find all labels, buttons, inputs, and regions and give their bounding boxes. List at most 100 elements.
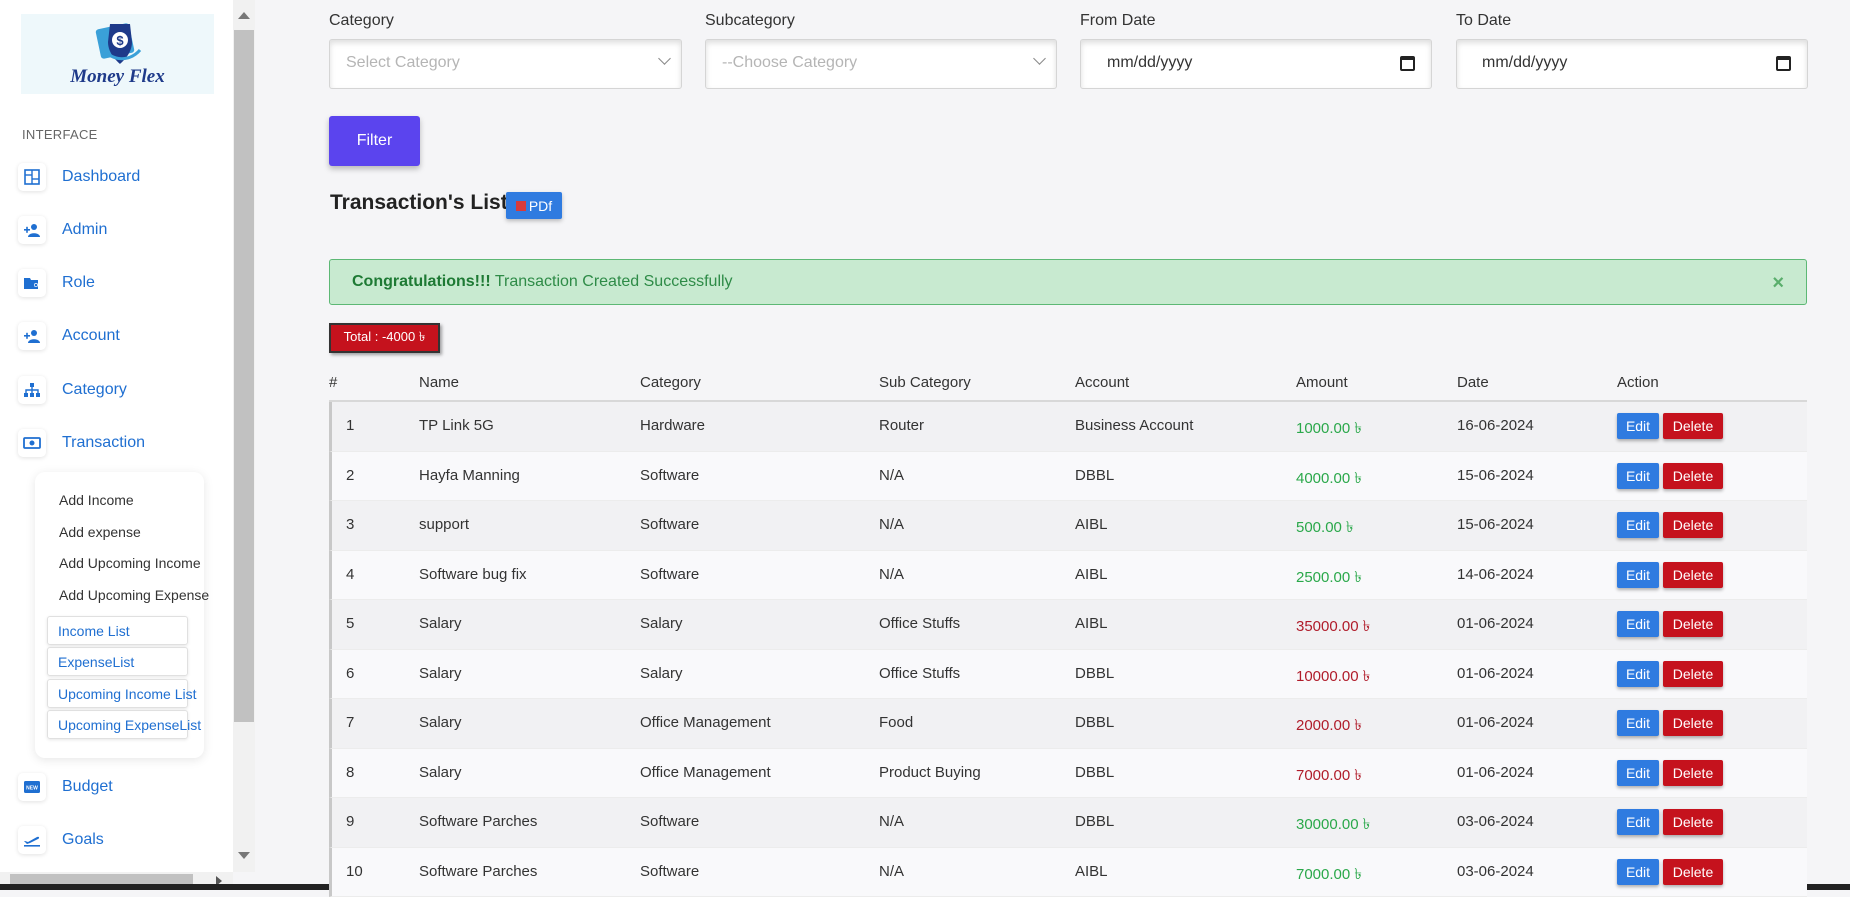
transactions-table: # Name Category Sub Category Account Amo… (329, 366, 1807, 897)
nav-role[interactable]: Role (18, 268, 95, 298)
scrollbar-thumb[interactable] (234, 30, 254, 722)
cell-subcategory: N/A (879, 863, 904, 880)
edit-button[interactable]: Edit (1617, 413, 1659, 439)
edit-button[interactable]: Edit (1617, 859, 1659, 885)
delete-button[interactable]: Delete (1663, 809, 1723, 835)
edit-button[interactable]: Edit (1617, 661, 1659, 687)
cell-date: 16-06-2024 (1457, 417, 1534, 434)
submenu-income-list[interactable]: Income List (47, 616, 188, 645)
nav-label: Category (62, 381, 127, 399)
category-select[interactable]: Select Category (329, 39, 682, 89)
submenu-add-upcoming-expense[interactable]: Add Upcoming Expense (59, 587, 209, 603)
submenu-upcoming-expense-list[interactable]: Upcoming ExpenseList (47, 710, 188, 739)
cell-category: Office Management (640, 764, 771, 781)
scroll-down-arrow-icon[interactable] (238, 852, 250, 859)
delete-button[interactable]: Delete (1663, 859, 1723, 885)
cell-name: TP Link 5G (419, 417, 494, 434)
submenu-expense-list[interactable]: ExpenseList (47, 647, 188, 676)
cell-subcategory: N/A (879, 566, 904, 583)
nav-account[interactable]: Account (18, 321, 120, 351)
table-row: 2Hayfa ManningSoftwareN/ADBBL4000.00 ৳15… (329, 452, 1807, 502)
nav-label: Account (62, 327, 120, 345)
calendar-icon[interactable] (1776, 56, 1791, 71)
delete-button[interactable]: Delete (1663, 611, 1723, 637)
col-header: Account (1075, 374, 1129, 391)
cell-number: 7 (346, 714, 354, 731)
sidebar: $ Money Flex INTERFACE Dashboard Admin R… (0, 0, 233, 872)
submenu-upcoming-income-list[interactable]: Upcoming Income List (47, 679, 188, 708)
cell-category: Office Management (640, 714, 771, 731)
edit-button[interactable]: Edit (1617, 512, 1659, 538)
alert-text: Transaction Created Successfully (491, 273, 733, 290)
submenu-add-upcoming-income[interactable]: Add Upcoming Income (59, 555, 201, 571)
cell-number: 6 (346, 665, 354, 682)
sidebar-vertical-scrollbar[interactable] (233, 0, 255, 872)
pdf-export-button[interactable]: PDf (506, 192, 562, 219)
delete-button[interactable]: Delete (1663, 512, 1723, 538)
cell-amount: 35000.00 ৳ (1296, 615, 1370, 640)
cell-subcategory: Product Buying (879, 764, 981, 781)
cell-amount: 7000.00 ৳ (1296, 764, 1362, 789)
cell-amount: 1000.00 ৳ (1296, 417, 1362, 442)
cell-name: Software Parches (419, 863, 537, 880)
delete-button[interactable]: Delete (1663, 710, 1723, 736)
delete-button[interactable]: Delete (1663, 413, 1723, 439)
submenu-add-income[interactable]: Add Income (59, 492, 134, 508)
col-header: Amount (1296, 374, 1348, 391)
cell-category: Software (640, 863, 699, 880)
nav-goals[interactable]: Goals (18, 825, 104, 855)
table-header: # Name Category Sub Category Account Amo… (329, 366, 1807, 402)
col-header: Action (1617, 374, 1659, 391)
table-row: 7SalaryOffice ManagementFoodDBBL2000.00 … (329, 699, 1807, 749)
cell-account: Business Account (1075, 417, 1193, 434)
subcategory-label: Subcategory (705, 12, 795, 30)
delete-button[interactable]: Delete (1663, 661, 1723, 687)
nav-admin[interactable]: Admin (18, 215, 107, 245)
alert-strong: Congratulations!!! (352, 273, 491, 290)
cell-date: 15-06-2024 (1457, 467, 1534, 484)
nav-category[interactable]: Category (18, 375, 127, 405)
scroll-up-arrow-icon[interactable] (238, 12, 250, 19)
cell-subcategory: Office Stuffs (879, 615, 960, 632)
calendar-icon[interactable] (1400, 56, 1415, 71)
nav-label: Budget (62, 778, 113, 796)
edit-button[interactable]: Edit (1617, 760, 1659, 786)
delete-button[interactable]: Delete (1663, 760, 1723, 786)
cell-date: 03-06-2024 (1457, 813, 1534, 830)
pdf-icon (516, 201, 526, 211)
filter-button[interactable]: Filter (329, 116, 420, 166)
from-date-input[interactable]: mm/dd/yyyy (1080, 39, 1432, 89)
cell-date: 01-06-2024 (1457, 665, 1534, 682)
cell-name: Software bug fix (419, 566, 527, 583)
cell-name: support (419, 516, 469, 533)
submenu-add-expense[interactable]: Add expense (59, 524, 141, 540)
new-badge-icon: NEW (18, 773, 46, 801)
subcategory-select[interactable]: --Choose Category (705, 39, 1057, 89)
cell-account: DBBL (1075, 764, 1114, 781)
delete-button[interactable]: Delete (1663, 463, 1723, 489)
col-header: Category (640, 374, 701, 391)
col-header: Date (1457, 374, 1489, 391)
brand-name: Money Flex (70, 66, 164, 88)
edit-button[interactable]: Edit (1617, 562, 1659, 588)
transaction-submenu: Add Income Add expense Add Upcoming Inco… (35, 472, 204, 758)
success-alert: Congratulations!!! Transaction Created S… (329, 259, 1807, 305)
col-header: Name (419, 374, 459, 391)
cell-amount: 4000.00 ৳ (1296, 467, 1362, 492)
cell-account: DBBL (1075, 714, 1114, 731)
pdf-label: PDf (529, 198, 552, 214)
to-date-input[interactable]: mm/dd/yyyy (1456, 39, 1808, 89)
edit-button[interactable]: Edit (1617, 611, 1659, 637)
delete-button[interactable]: Delete (1663, 562, 1723, 588)
nav-transaction[interactable]: Transaction (18, 428, 145, 458)
svg-text:$: $ (116, 33, 124, 48)
edit-button[interactable]: Edit (1617, 809, 1659, 835)
close-icon[interactable]: × (1772, 272, 1784, 295)
nav-budget[interactable]: NEW Budget (18, 772, 113, 802)
cell-amount: 2000.00 ৳ (1296, 714, 1362, 739)
edit-button[interactable]: Edit (1617, 463, 1659, 489)
nav-dashboard[interactable]: Dashboard (18, 162, 140, 192)
brand-logo[interactable]: $ Money Flex (21, 14, 214, 94)
edit-button[interactable]: Edit (1617, 710, 1659, 736)
table-row: 8SalaryOffice ManagementProduct BuyingDB… (329, 749, 1807, 799)
